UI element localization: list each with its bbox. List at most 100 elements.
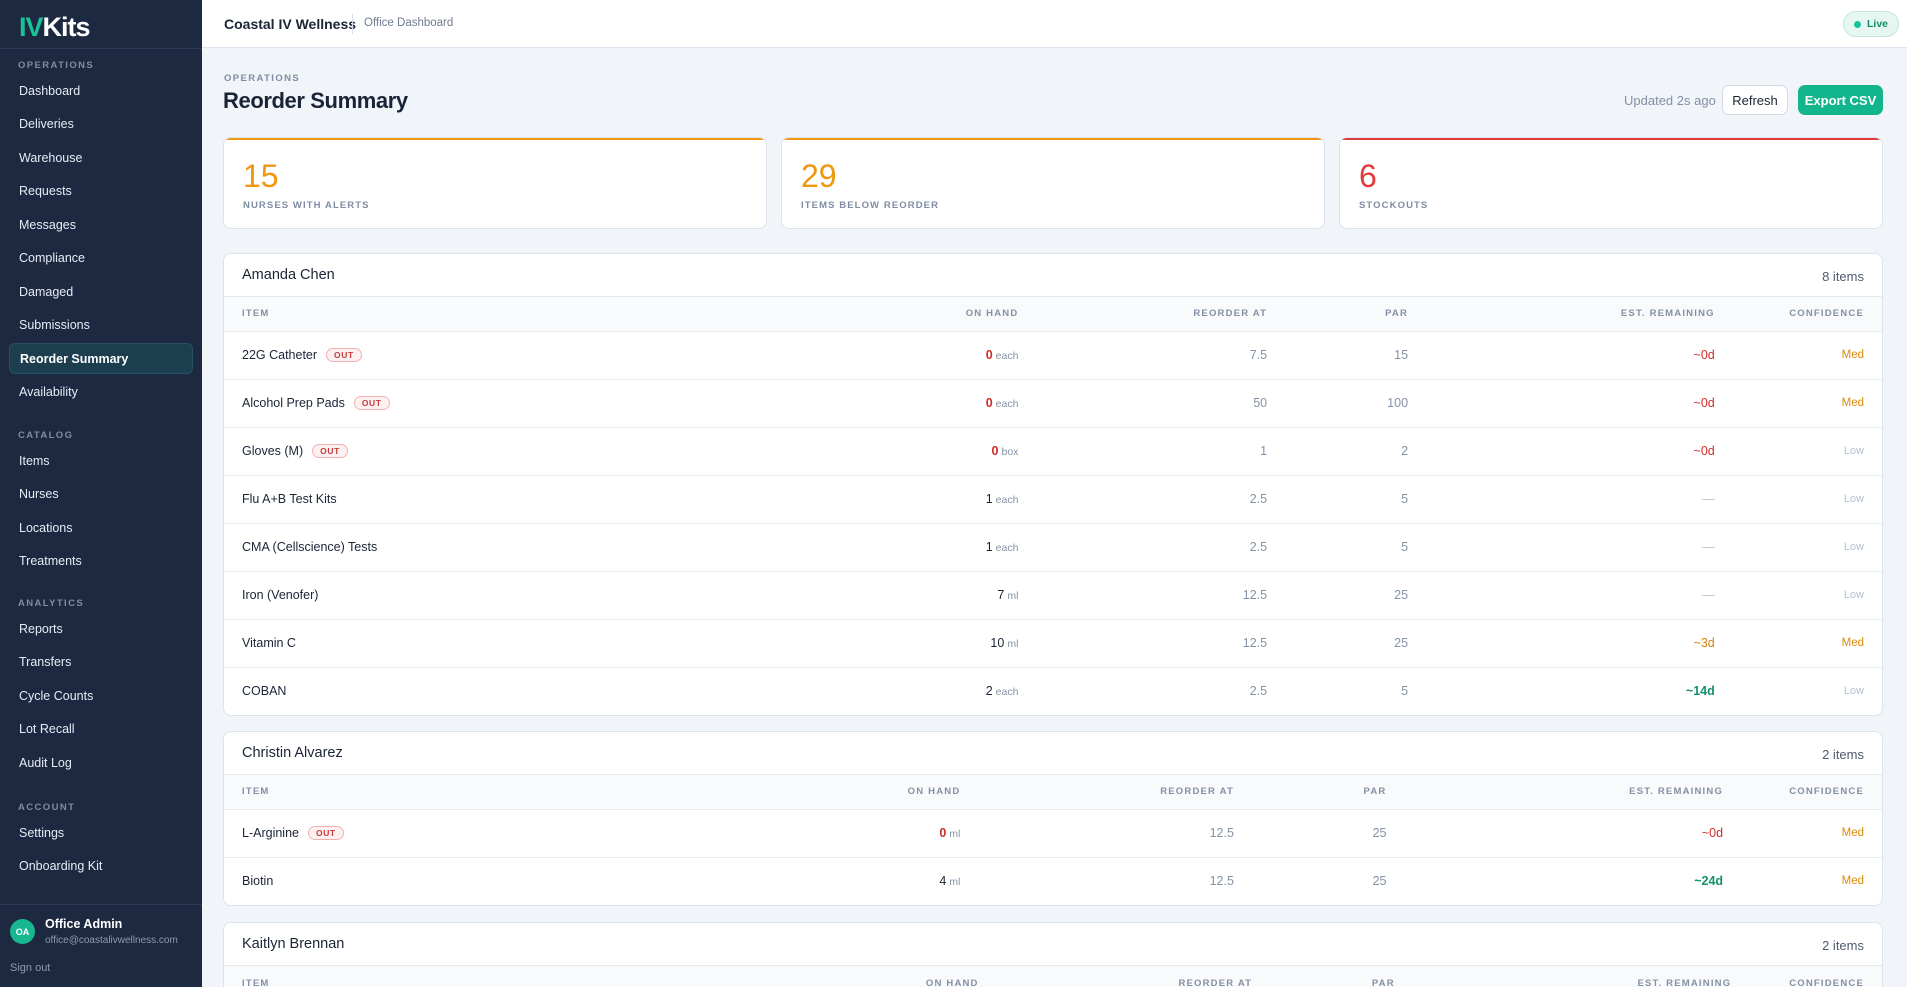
par-cell: 5 <box>1285 666 1427 715</box>
sidebar-item-compliance[interactable]: Compliance <box>9 243 193 274</box>
logo-kits: Kits <box>42 12 91 42</box>
column-header[interactable]: EST. REMAINING <box>1404 775 1742 809</box>
column-header[interactable]: REORDER AT <box>978 775 1252 809</box>
unit-label: each <box>995 350 1019 362</box>
confidence-cell: Med <box>1741 808 1882 857</box>
confidence-cell: Med <box>1732 618 1882 667</box>
on-hand-value: 0 <box>985 348 993 362</box>
sidebar-item-reorder-summary[interactable]: Reorder Summary <box>9 343 193 374</box>
table-row[interactable]: CMA (Cellscience) Tests 1 each 2.5 5— Low <box>224 522 1882 571</box>
on-hand-value: 0 <box>985 396 993 410</box>
stat-value: 15 <box>243 158 279 194</box>
sidebar-item-cycle-counts[interactable]: Cycle Counts <box>9 680 193 711</box>
sidebar-item-messages[interactable]: Messages <box>9 209 193 240</box>
par-cell: 25 <box>1285 618 1427 667</box>
sidebar-item-onboarding-kit[interactable]: Onboarding Kit <box>9 851 193 882</box>
reorder-at-cell: 1 <box>1036 426 1286 475</box>
sidebar-item-transfers[interactable]: Transfers <box>9 647 193 678</box>
sidebar-item-items[interactable]: Items <box>9 445 193 476</box>
column-header[interactable]: PAR <box>1251 775 1405 809</box>
sidebar-item-dashboard[interactable]: Dashboard <box>9 75 193 106</box>
sidebar-item-audit-log[interactable]: Audit Log <box>9 747 193 778</box>
export-csv-button[interactable]: Export CSV <box>1798 85 1883 115</box>
column-header[interactable]: ITEM <box>224 297 855 331</box>
nav-section-label: ACCOUNT <box>18 802 76 813</box>
column-header[interactable]: CONFIDENCE <box>1732 297 1882 331</box>
reorder-table: ITEM ON HAND REORDER AT PAR EST. REMAINING CO… <box>224 297 1882 715</box>
unit-label: each <box>995 542 1019 554</box>
sidebar-item-locations[interactable]: Locations <box>9 512 193 543</box>
sidebar-item-reports[interactable]: Reports <box>9 613 193 644</box>
reorder-at-cell: 12.5 <box>1036 570 1286 619</box>
reorder-table: ITEM ON HAND REORDER AT PAR EST. REMAINING CO… <box>224 775 1882 905</box>
nurse-group-card: Kaitlyn Brennan 2 items ITEM ON HAND REORDER… <box>223 922 1883 987</box>
confidence-cell: Med <box>1732 330 1882 379</box>
sidebar-item-warehouse[interactable]: Warehouse <box>9 142 193 173</box>
unit-label: ml <box>949 876 961 889</box>
column-header[interactable]: PAR <box>1285 297 1427 331</box>
stat-accent-bar <box>782 138 1324 140</box>
sidebar-item-availability[interactable]: Availability <box>9 377 193 408</box>
column-header[interactable]: PAR <box>1270 966 1413 987</box>
group-header[interactable]: Kaitlyn Brennan 2 items <box>224 923 1882 966</box>
item-name: Flu A+B Test Kits <box>242 492 337 506</box>
item-name: L-Arginine <box>242 826 299 840</box>
table-row[interactable]: Gloves (M) OUT 0 box 1 2 ~0d Low <box>224 426 1882 475</box>
table-row[interactable]: COBAN 2 each 2.5 5 ~14d Low <box>224 666 1882 715</box>
column-header[interactable]: ON HAND <box>794 775 979 809</box>
table-row[interactable]: Alcohol Prep Pads OUT 0 each 50 100 ~0d Med <box>224 378 1882 427</box>
user-email: office@coastalivwellness.com <box>45 935 178 946</box>
item-name: Iron (Venofer) <box>242 588 319 602</box>
item-count: 8 items <box>1822 269 1864 284</box>
column-header[interactable]: CONFIDENCE <box>1741 775 1882 809</box>
table-row[interactable]: L-Arginine OUT 0 ml 12.5 25 ~0d Med <box>224 808 1882 857</box>
sidebar-item-nurses[interactable]: Nurses <box>9 479 193 510</box>
sidebar-item-damaged[interactable]: Damaged <box>9 276 193 307</box>
column-header[interactable]: REORDER AT <box>996 966 1271 987</box>
column-header[interactable]: ITEM <box>224 966 813 987</box>
stat-accent-bar <box>1340 138 1882 140</box>
table-row[interactable]: 22G Catheter OUT 0 each 7.5 15 ~0d Med <box>224 330 1882 379</box>
stat-accent-bar <box>224 138 766 140</box>
sidebar-item-lot-recall[interactable]: Lot Recall <box>9 714 193 745</box>
confidence-cell: Med <box>1741 856 1882 905</box>
live-dot-icon <box>1853 20 1861 28</box>
group-header[interactable]: Christin Alvarez 2 items <box>224 732 1882 775</box>
reorder-at-cell: 2.5 <box>1036 666 1286 715</box>
column-header[interactable]: ON HAND <box>854 297 1037 331</box>
nurse-name: Christin Alvarez <box>242 745 343 761</box>
on-hand-cell: 1 each <box>854 522 1037 571</box>
item-count: 2 items <box>1822 938 1864 953</box>
ivkits-logo[interactable]: IVKits <box>19 12 91 43</box>
sidebar-item-treatments[interactable]: Treatments <box>9 546 193 577</box>
sidebar-item-deliveries[interactable]: Deliveries <box>9 109 193 140</box>
user-name: Office Admin <box>45 917 123 931</box>
group-header[interactable]: Amanda Chen 8 items <box>224 254 1882 297</box>
table-row[interactable]: Biotin 4 ml 12.5 25 ~24d Med <box>224 856 1882 905</box>
column-header[interactable]: EST. REMAINING <box>1426 297 1733 331</box>
table-row[interactable]: Flu A+B Test Kits 1 each 2.5 5— Low <box>224 474 1882 523</box>
stat-card-nurses-alerts: 15 NURSES WITH ALERTS <box>223 137 767 229</box>
refresh-button[interactable]: Refresh <box>1722 85 1788 115</box>
topbar-separator <box>352 14 353 34</box>
sidebar-item-submissions[interactable]: Submissions <box>9 310 193 341</box>
on-hand-cell: 1 each <box>854 474 1037 523</box>
sidebar-item-settings[interactable]: Settings <box>9 817 193 848</box>
sign-out-link[interactable]: Sign out <box>10 962 50 974</box>
on-hand-value: 7 <box>997 588 1005 602</box>
column-header[interactable]: ON HAND <box>812 966 997 987</box>
column-header[interactable]: REORDER AT <box>1036 297 1286 331</box>
nav-section-label: OPERATIONS <box>18 60 95 71</box>
item-name: COBAN <box>242 684 287 699</box>
column-header[interactable]: CONFIDENCE <box>1749 966 1882 987</box>
sidebar-item-requests[interactable]: Requests <box>9 176 193 207</box>
stat-value: 29 <box>801 158 837 194</box>
out-badge: OUT <box>312 444 348 458</box>
column-header[interactable]: ITEM <box>224 775 795 809</box>
table-row[interactable]: Iron (Venofer) 7 ml 12.5 25— Low <box>224 570 1882 619</box>
table-row[interactable]: Vitamin C 10 ml 12.5 25 ~3d Med <box>224 618 1882 667</box>
on-hand-cell: 2 each <box>854 666 1037 715</box>
column-header[interactable]: EST. REMAINING <box>1412 966 1750 987</box>
est-remaining-cell: ~14d <box>1426 666 1733 715</box>
item-cell: COBAN <box>224 666 855 715</box>
